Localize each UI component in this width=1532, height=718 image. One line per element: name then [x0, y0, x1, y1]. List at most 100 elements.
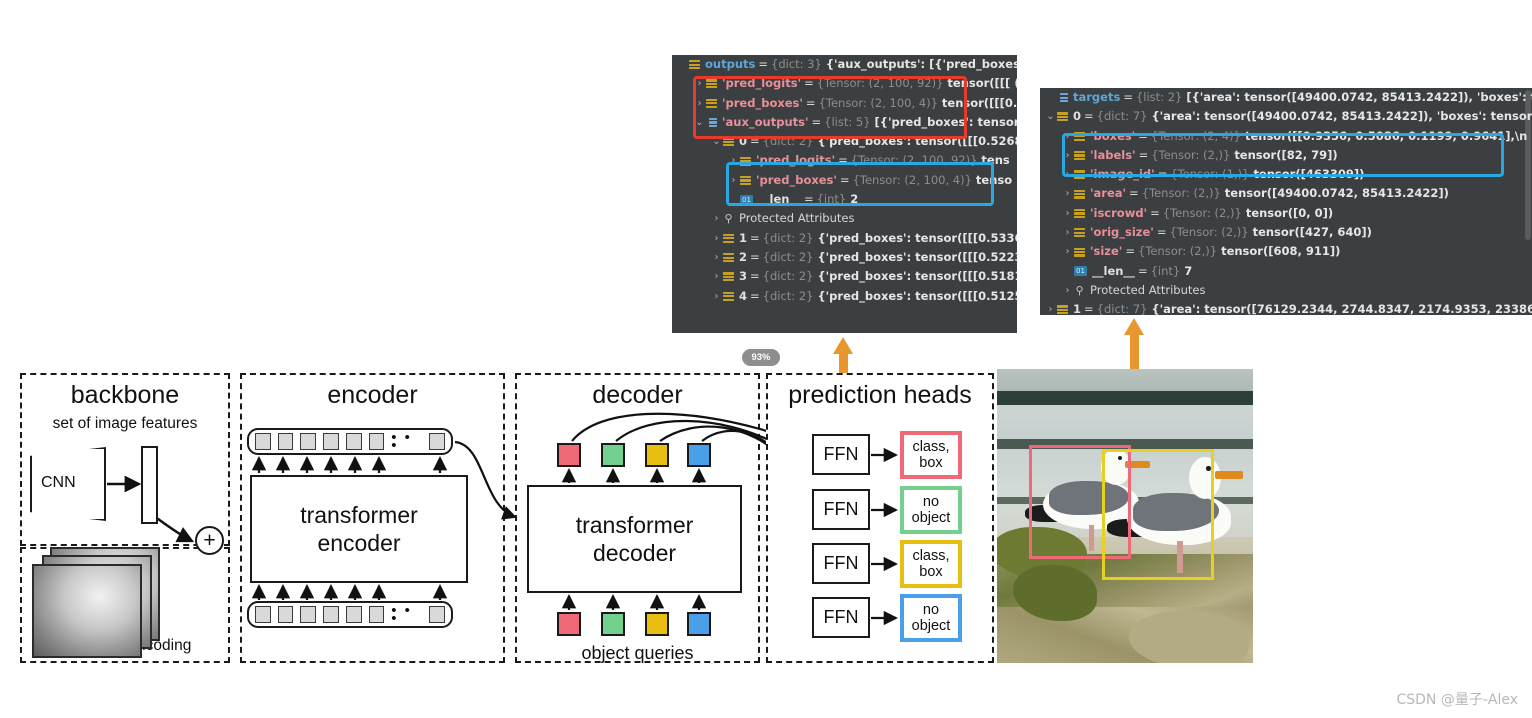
equals-sign: = [750, 134, 760, 149]
outputs-tree-value: tenso [975, 172, 1013, 187]
outputs-tree-row[interactable]: › 1 = {dict: 2} {'pred_boxes': tensor([[[0.… [672, 229, 1018, 248]
outputs-tree-value: tensor([[[ ( [947, 76, 1017, 91]
outputs-tree-row[interactable]: › 3 = {dict: 2} {'pred_boxes': tensor([[[0.… [672, 267, 1018, 286]
pe-plane-front [32, 564, 142, 658]
targets-tree-row[interactable]: ⌄ 0 = {dict: 7} {'area': tensor([49400.0742… [1040, 107, 1532, 126]
prediction-output-2-line1: no [922, 494, 940, 510]
token [255, 433, 271, 450]
targets-tree-value: tensor([427, 640]) [1252, 225, 1372, 240]
chevron-right-icon[interactable]: › [1061, 242, 1074, 261]
targets-tree-type: {dict: 7} [1096, 109, 1148, 124]
chevron-right-icon[interactable]: › [727, 171, 740, 190]
prediction-output-4-line2: object [911, 618, 951, 634]
targets-tree-row[interactable]: › ⚲ Protected Attributes [1040, 281, 1532, 300]
equals-sign: = [1138, 128, 1148, 143]
arrow-up-to-targets-panel [1124, 318, 1145, 370]
outputs-tree-row[interactable]: ⌄ 'aux_outputs' = {list: 5} [{'pred_boxes':… [672, 113, 1017, 132]
ffn-box-2: FFN [812, 489, 870, 530]
dict-icon [1074, 150, 1085, 161]
equals-sign: = [805, 95, 816, 110]
outputs-tree-key: 4 [739, 288, 748, 303]
targets-tree-row[interactable]: › 'iscrowd' = {Tensor: (2,)} tensor([0, 0]) [1040, 204, 1532, 223]
chevron-right-icon[interactable]: › [727, 151, 740, 170]
token [300, 606, 317, 623]
chevron-right-icon[interactable]: › [1061, 146, 1074, 165]
sky-band [997, 369, 1253, 391]
outputs-tree-row[interactable]: ⌄ 0 = {dict: 2} {'pred_boxes': tensor([[[0.… [672, 132, 1017, 151]
outputs-tree-type: {list: 5} [824, 114, 871, 129]
outputs-tree-type: {Tensor: (2, 100, 92)} [850, 153, 978, 168]
chevron-down-icon[interactable]: ⌄ [1044, 107, 1057, 126]
chevron-right-icon[interactable]: › [710, 229, 723, 248]
targets-tree-key: 'image_id' [1090, 167, 1155, 182]
prediction-output-1: class, box [900, 431, 962, 479]
targets-tree-row[interactable]: › 'orig_size' = {Tensor: (2,)} tensor([427,… [1040, 223, 1532, 242]
targets-tree-key: 'iscrowd' [1090, 205, 1148, 220]
chevron-right-icon[interactable]: › [1061, 223, 1074, 242]
prediction-output-3: class, box [900, 540, 962, 588]
chevron-right-icon[interactable]: › [1061, 281, 1074, 300]
outputs-tree-row[interactable]: › 2 = {dict: 2} {'pred_boxes': tensor([[[0.… [672, 248, 1018, 267]
decoder-output-slot-1 [557, 443, 581, 467]
targets-variables-panel[interactable]: targets = {list: 2} [{'area': tensor([4940… [1040, 88, 1532, 315]
chevron-right-icon[interactable]: › [693, 94, 706, 113]
outputs-tree-row[interactable]: › ⚲ Protected Attributes [672, 209, 1017, 228]
object-query-3 [645, 612, 669, 636]
targets-tree-row[interactable]: › 'area' = {Tensor: (2,)} tensor([49400.074… [1040, 184, 1532, 203]
chevron-right-icon[interactable]: › [1061, 127, 1074, 146]
targets-tree-row[interactable]: › 'image_id' = {Tensor: (1,)} tensor([46330… [1040, 165, 1532, 184]
outputs-tree-value: [{'pred_boxes': tensor( [874, 114, 1017, 129]
chevron-down-icon[interactable]: ⌄ [693, 113, 706, 132]
targets-tree-type: {Tensor: (2,)} [1137, 244, 1218, 259]
outputs-variables-panel[interactable]: outputs = {dict: 3} {'aux_outputs': [{'pre… [672, 55, 1017, 333]
chevron-right-icon[interactable]: › [1044, 300, 1057, 315]
token [429, 606, 446, 623]
chevron-right-icon[interactable]: › [1061, 184, 1074, 203]
chevron-right-icon[interactable]: › [1061, 165, 1074, 184]
outputs-tree-row[interactable]: › 'pred_boxes' = {Tensor: (2, 100, 4)} tens… [672, 171, 1017, 190]
outputs-tree-key: 'aux_outputs' [722, 114, 809, 129]
outputs-tree-key: 3 [739, 269, 748, 284]
chevron-right-icon[interactable]: › [710, 209, 723, 228]
equals-sign: = [1125, 244, 1135, 259]
targets-tree-row[interactable]: › 1 = {dict: 7} {'area': tensor([76129.2344… [1040, 300, 1532, 315]
encoder-input-tokens: • • • [247, 601, 453, 628]
outputs-tree-key: 1 [739, 230, 748, 245]
object-query-4 [687, 612, 711, 636]
targets-tree-type: {Tensor: (2, 4)} [1150, 128, 1241, 143]
outputs-tree-value: 2 [850, 192, 859, 207]
chevron-down-icon[interactable]: ⌄ [710, 132, 723, 151]
targets-tree-row[interactable]: › 'size' = {Tensor: (2,)} tensor([608, 911]… [1040, 242, 1532, 261]
ffn-box-3: FFN [812, 543, 870, 584]
targets-tree-row[interactable]: › 'labels' = {Tensor: (2,)} tensor([82, 79]… [1040, 146, 1532, 165]
targets-tree-row[interactable]: › 'boxes' = {Tensor: (2, 4)} tensor([[0.935… [1040, 127, 1532, 146]
targets-tree-value: tensor([49400.0742, 85413.2422]) [1224, 186, 1449, 201]
outputs-tree-key: __len__ [758, 192, 801, 207]
token [277, 606, 294, 623]
targets-tree-key: 0 [1073, 109, 1082, 124]
targets-tree-row[interactable]: 01 __len__ = {int} 7 [1040, 262, 1532, 281]
targets-tree-row[interactable]: targets = {list: 2} [{'area': tensor([4940… [1040, 88, 1532, 107]
targets-tree-key: 1 [1073, 302, 1082, 315]
chevron-right-icon[interactable]: › [710, 287, 723, 306]
targets-tree-type: {Tensor: (2,)} [1151, 147, 1231, 162]
equals-sign: = [1156, 225, 1167, 240]
dict-icon [1057, 304, 1068, 315]
dict-icon [723, 233, 734, 244]
targets-tree-key: 'size' [1090, 244, 1123, 259]
outputs-tree-row[interactable]: outputs = {dict: 3} {'aux_outputs': [{'pre… [672, 55, 1017, 74]
dict-icon [1074, 208, 1085, 219]
outputs-tree-row[interactable]: › 'pred_logits' = {Tensor: (2, 100, 92)} te… [672, 74, 1018, 93]
outputs-tree-row[interactable]: › 'pred_logits' = {Tensor: (2, 100, 92)} te… [672, 151, 1017, 170]
outputs-tree-row[interactable]: 01 __len__ = {int} 2 [672, 190, 1017, 209]
chevron-right-icon[interactable]: › [710, 248, 723, 267]
outputs-tree-row[interactable]: › 'pred_boxes' = {Tensor: (2, 100, 4)} tens… [672, 94, 1018, 113]
chevron-right-icon[interactable]: › [693, 74, 706, 93]
outputs-tree-row[interactable]: › 4 = {dict: 2} {'pred_boxes': tensor([[[0.… [672, 287, 1018, 306]
token [300, 433, 317, 450]
chevron-right-icon[interactable]: › [710, 267, 723, 286]
equals-sign: = [750, 249, 760, 264]
outputs-tree-type: {dict: 3} [771, 57, 822, 71]
chevron-right-icon[interactable]: › [1061, 204, 1074, 223]
backbone-subtitle: set of image features [52, 415, 198, 432]
